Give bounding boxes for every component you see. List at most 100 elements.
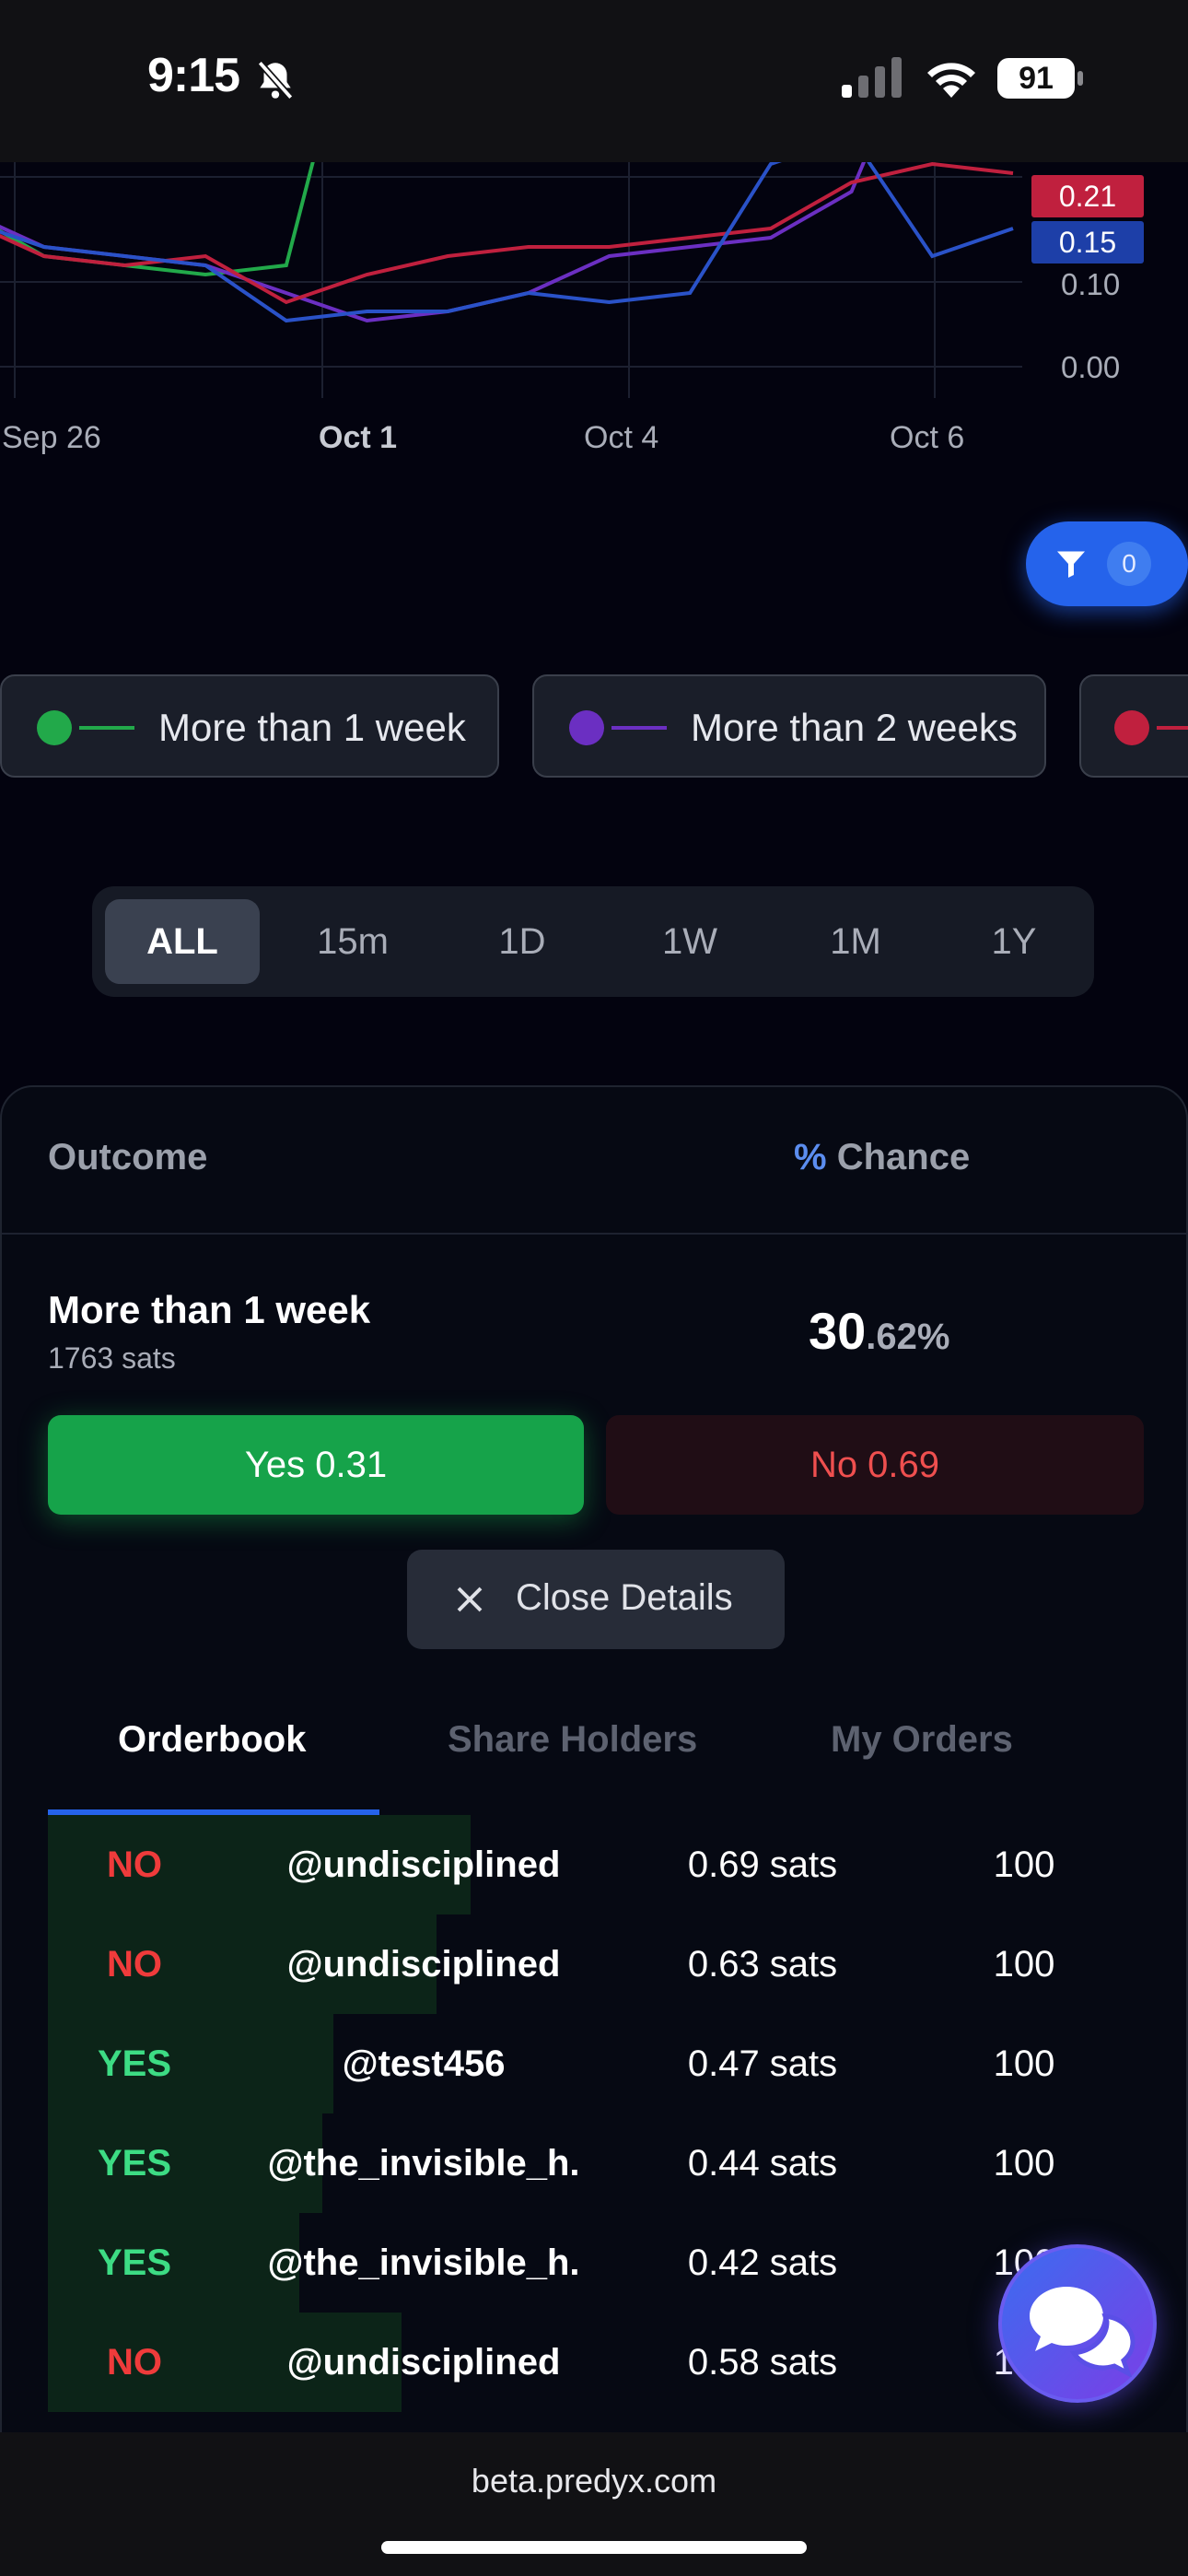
close-details-button[interactable]: Close Details bbox=[407, 1550, 785, 1649]
outcome-table-header: Outcome % Chance bbox=[2, 1087, 1188, 1235]
close-details-label: Close Details bbox=[516, 1577, 733, 1618]
outcome-volume: 1763 sats bbox=[48, 1341, 176, 1375]
range-tab-1y[interactable]: 1Y bbox=[938, 899, 1090, 984]
bell-slash-icon bbox=[257, 60, 294, 100]
order-user-text: @the_invisible_h. bbox=[267, 2143, 580, 2184]
x-tick-label: Oct 1 bbox=[319, 420, 398, 455]
order-user-text: @undisciplined bbox=[286, 1944, 561, 1985]
legend-label: More than 1 week bbox=[158, 706, 466, 749]
legend-line-swatch bbox=[79, 726, 134, 730]
close-icon bbox=[457, 1587, 483, 1612]
order-price: 0.58 sats bbox=[688, 2342, 912, 2383]
chat-button[interactable] bbox=[998, 2244, 1157, 2403]
order-quantity: 100 bbox=[994, 2143, 1086, 2184]
outcome-chance: 30.62% bbox=[809, 1301, 949, 1361]
x-tick-label: Oct 6 bbox=[890, 420, 965, 455]
order-side-text: YES bbox=[97, 2143, 172, 2184]
order-price: 0.69 sats bbox=[688, 1844, 912, 1886]
chance-column-header: % Chance bbox=[794, 1137, 970, 1178]
wifi-icon bbox=[927, 63, 975, 98]
y-tick-label: 0.10 bbox=[1061, 267, 1121, 301]
series-value-tag: 0.21 bbox=[1031, 175, 1144, 217]
filter-button[interactable]: 0 bbox=[1026, 521, 1188, 606]
order-user: @undisciplined bbox=[287, 1944, 697, 1985]
orderbook-row[interactable]: NO @undisciplined 0.63 sats 100 bbox=[48, 1914, 1188, 2014]
range-tab-15m[interactable]: 15m bbox=[276, 899, 429, 984]
order-price-text: 0.47 sats bbox=[687, 2043, 838, 2084]
cellular-signal-icon bbox=[842, 57, 902, 98]
order-price: 0.63 sats bbox=[688, 1944, 912, 1985]
order-price: 0.44 sats bbox=[688, 2143, 912, 2184]
chat-bubbles-icon bbox=[1030, 2287, 1136, 2377]
order-quantity: 100 bbox=[994, 1844, 1086, 1886]
y-tick-label: 0.00 bbox=[1061, 350, 1121, 384]
legend-line-swatch bbox=[1157, 726, 1188, 730]
depth-bar bbox=[48, 2213, 299, 2313]
order-side-text: YES bbox=[97, 2043, 172, 2084]
legend-color-dot bbox=[569, 710, 604, 745]
depth-bar bbox=[48, 2014, 333, 2113]
legend-color-dot bbox=[37, 710, 72, 745]
legend-line-swatch bbox=[611, 726, 667, 730]
order-quantity-text: 100 bbox=[993, 2143, 1055, 2184]
url-text[interactable]: beta.predyx.com bbox=[0, 2462, 1188, 2500]
legend-label: More than 2 weeks bbox=[691, 706, 1018, 749]
battery-icon: 91 bbox=[996, 57, 1085, 100]
chance-header-label: Chance bbox=[826, 1137, 971, 1177]
percent-symbol: % bbox=[794, 1137, 827, 1177]
order-user: @test456 bbox=[343, 2043, 587, 2085]
range-tab-1m[interactable]: 1M bbox=[779, 899, 932, 984]
price-chart[interactable]: Sep 26 Oct 1 Oct 4 Oct 6 0.10 0.00 0.21 … bbox=[0, 162, 1188, 466]
order-price-text: 0.44 sats bbox=[687, 2143, 838, 2184]
buy-yes-button[interactable]: Yes 0.31 bbox=[48, 1415, 584, 1515]
orderbook-row[interactable]: NO @undisciplined 0.69 sats 100 bbox=[48, 1815, 1188, 1914]
buy-no-button[interactable]: No 0.69 bbox=[606, 1415, 1144, 1515]
series-line bbox=[0, 162, 1014, 323]
browser-url-bar: beta.predyx.com bbox=[0, 2432, 1188, 2576]
status-time: 9:15 bbox=[147, 49, 240, 102]
order-side-text: YES bbox=[97, 2242, 172, 2283]
home-indicator[interactable] bbox=[381, 2541, 807, 2554]
legend-chip[interactable]: More than 1 week bbox=[0, 674, 499, 778]
outcome-column-header: Outcome bbox=[48, 1137, 208, 1177]
legend-chip[interactable]: More than 2 weeks bbox=[532, 674, 1046, 778]
order-quantity-text: 100 bbox=[993, 1844, 1055, 1885]
order-quantity: 100 bbox=[994, 1944, 1086, 1985]
x-tick-label: Oct 4 bbox=[584, 420, 659, 455]
order-user-text: @test456 bbox=[342, 2043, 506, 2084]
order-quantity-text: 100 bbox=[993, 2043, 1055, 2084]
range-tab-1w[interactable]: 1W bbox=[613, 899, 766, 984]
filter-funnel-icon bbox=[1057, 551, 1085, 578]
order-user-text: @undisciplined bbox=[286, 1844, 561, 1885]
range-tab-all[interactable]: ALL bbox=[105, 899, 260, 984]
outcome-name: More than 1 week bbox=[48, 1288, 371, 1331]
order-price-text: 0.58 sats bbox=[687, 2342, 838, 2383]
time-range-selector: ALL 15m 1D 1W 1M 1Y bbox=[92, 886, 1094, 997]
x-tick-label: Sep 26 bbox=[2, 420, 101, 455]
tab-share-holders[interactable]: Share Holders bbox=[448, 1719, 697, 1761]
orderbook-row[interactable]: YES @the_invisible_h. 0.44 sats 100 bbox=[48, 2113, 1188, 2213]
order-user: @undisciplined bbox=[287, 2342, 697, 2383]
chance-integer: 30 bbox=[809, 1302, 867, 1360]
order-quantity: 100 bbox=[994, 2043, 1086, 2085]
filter-count-badge: 0 bbox=[1107, 542, 1151, 586]
legend-chip[interactable] bbox=[1079, 674, 1188, 778]
tab-orderbook[interactable]: Orderbook bbox=[118, 1719, 306, 1761]
chart-plot bbox=[0, 162, 1022, 398]
tab-my-orders[interactable]: My Orders bbox=[831, 1719, 1013, 1761]
order-side-text: NO bbox=[107, 1944, 162, 1985]
order-side-text: NO bbox=[107, 1844, 162, 1885]
orderbook-row[interactable]: YES @test456 0.47 sats 100 bbox=[48, 2014, 1188, 2113]
order-side-text: NO bbox=[107, 2342, 162, 2383]
order-user: @undisciplined bbox=[287, 1844, 697, 1886]
series-value-tag: 0.15 bbox=[1031, 221, 1144, 263]
battery-level: 91 bbox=[1019, 61, 1054, 96]
order-user-text: @undisciplined bbox=[286, 2342, 561, 2383]
legend-color-dot bbox=[1114, 710, 1149, 745]
order-price: 0.42 sats bbox=[688, 2242, 912, 2284]
order-price-text: 0.69 sats bbox=[687, 1844, 838, 1885]
status-bar: 9:15 91 bbox=[0, 0, 1188, 162]
order-price-text: 0.42 sats bbox=[687, 2242, 838, 2283]
order-quantity-text: 100 bbox=[993, 1944, 1055, 1985]
range-tab-1d[interactable]: 1D bbox=[446, 899, 599, 984]
